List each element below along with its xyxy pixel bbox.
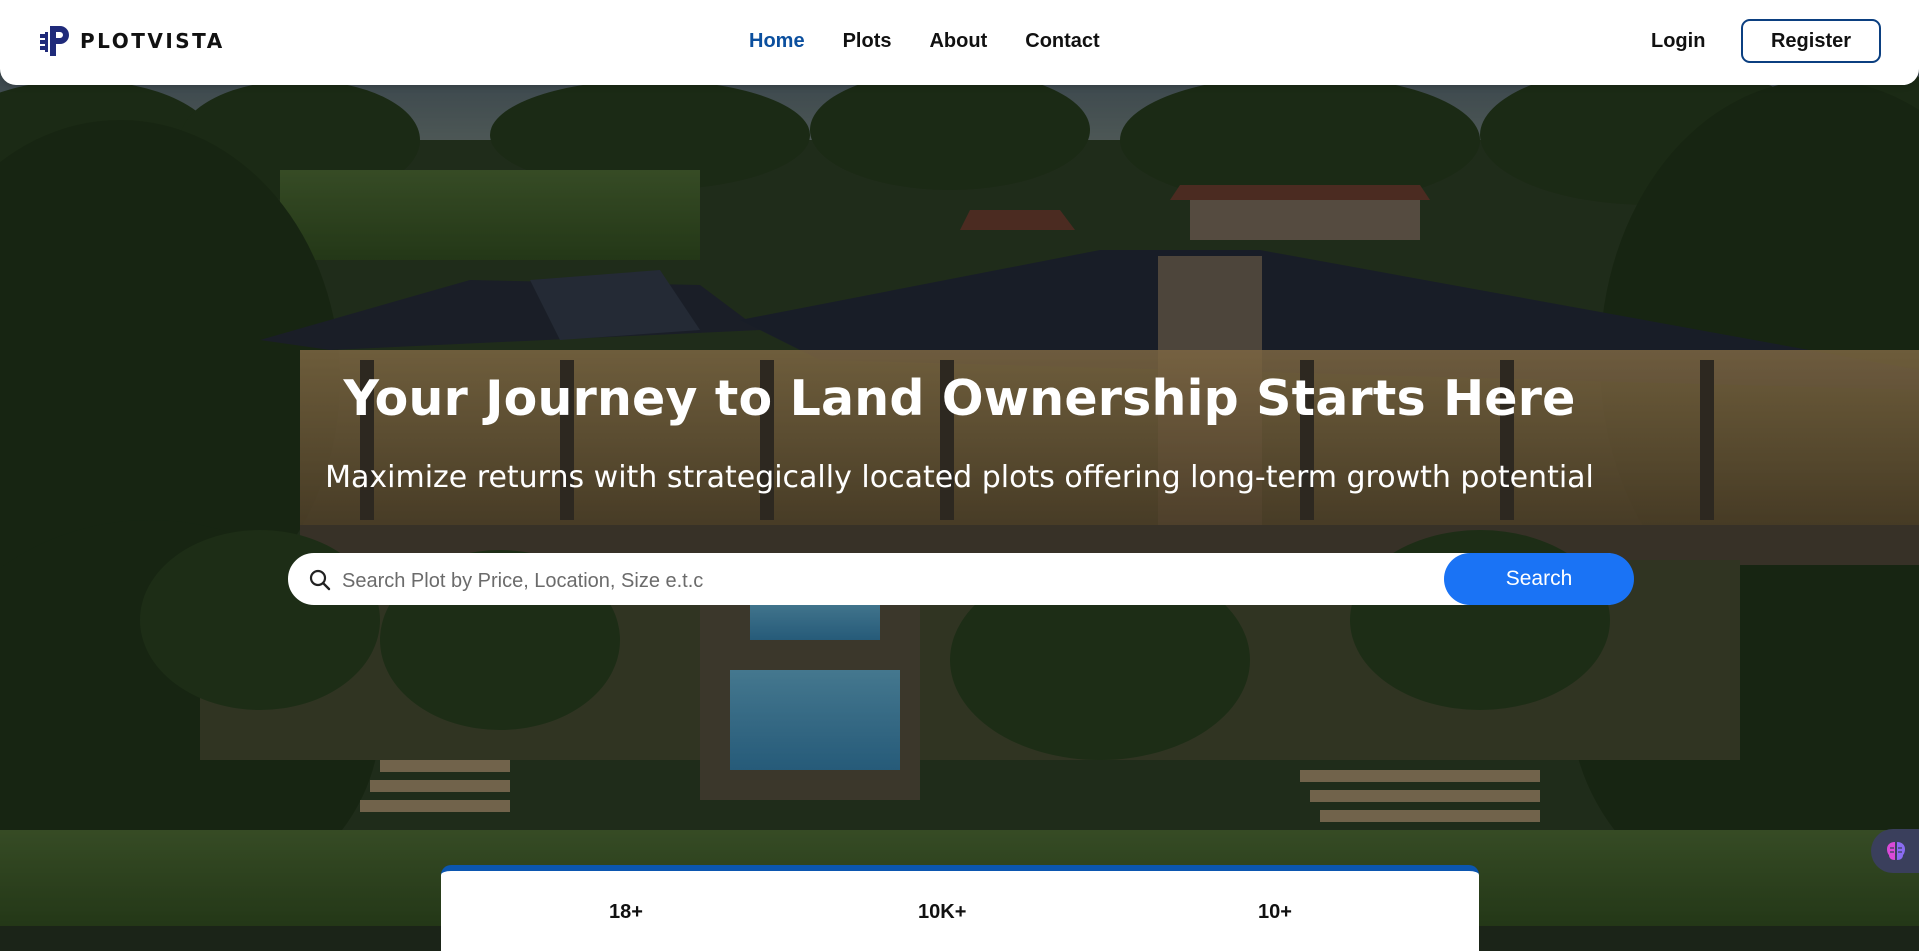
brand-logo[interactable]: PLOTVISTA — [38, 24, 225, 58]
register-button[interactable]: Register — [1741, 19, 1881, 63]
stat-value: 10+ — [1258, 901, 1292, 923]
hero-subheadline: Maximize returns with strategically loca… — [325, 460, 1594, 495]
plotvista-logo-icon — [40, 26, 69, 56]
plot-search-bar: Search — [288, 553, 1634, 605]
floating-assistant-button[interactable] — [1871, 829, 1919, 873]
nav-link-plots[interactable]: Plots — [843, 26, 892, 56]
search-icon — [309, 569, 331, 591]
brand-name: PLOTVISTA — [80, 29, 225, 53]
nav-link-home[interactable]: Home — [749, 26, 805, 56]
nav-link-about[interactable]: About — [929, 26, 987, 56]
main-nav: Home Plots About Contact — [749, 26, 1100, 56]
stat-value: 18+ — [609, 901, 643, 923]
top-navbar: PLOTVISTA Home Plots About Contact Login… — [0, 0, 1919, 85]
hero-headline: Your Journey to Land Ownership Starts He… — [343, 370, 1576, 427]
brain-icon — [1887, 842, 1905, 860]
search-button[interactable]: Search — [1444, 553, 1634, 605]
nav-link-contact[interactable]: Contact — [1025, 26, 1099, 56]
stats-card: 18+ 10K+ 10+ — [441, 865, 1479, 951]
login-link[interactable]: Login — [1651, 26, 1705, 56]
search-input[interactable] — [340, 563, 1404, 599]
stat-value: 10K+ — [918, 901, 967, 923]
